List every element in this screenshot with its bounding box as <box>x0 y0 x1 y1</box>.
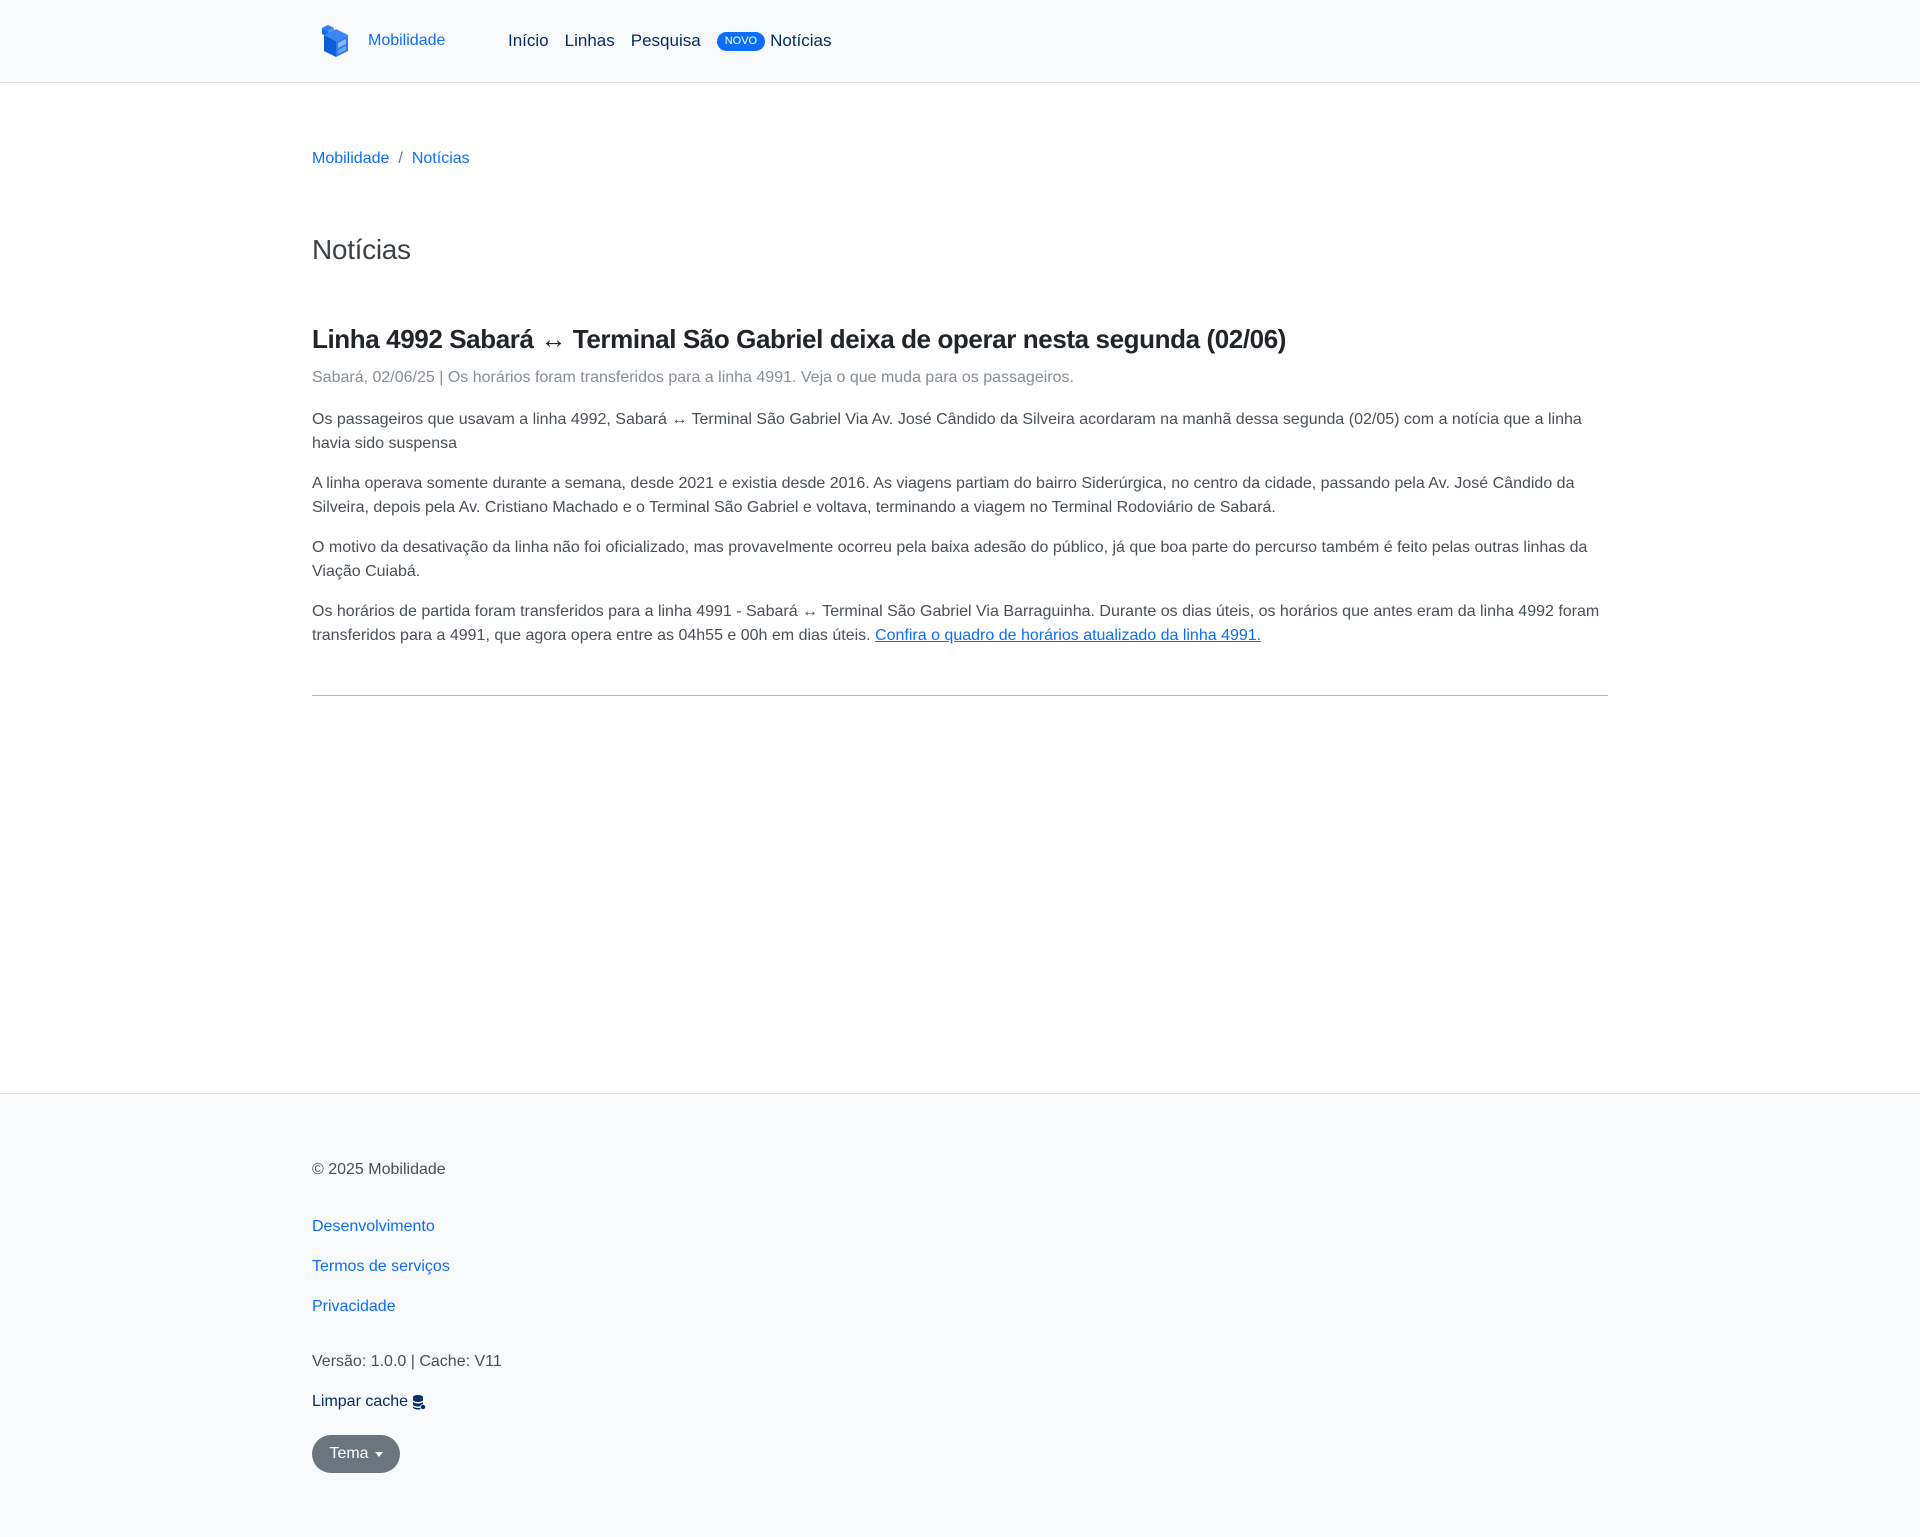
breadcrumb-separator: / <box>398 150 403 167</box>
nav-inicio[interactable]: Início <box>508 31 549 51</box>
copyright: © 2025 Mobilidade <box>312 1161 446 1178</box>
breadcrumb: Mobilidade / Notícias <box>312 150 470 168</box>
page-title: Notícias <box>312 234 411 265</box>
brand-link[interactable]: Mobilidade <box>320 22 445 60</box>
clear-cache-button[interactable]: Limpar cache <box>312 1393 427 1411</box>
brand-logo-icon <box>322 25 348 57</box>
theme-label: Tema <box>329 1445 369 1462</box>
article-paragraph: Os passageiros que usavam a linha 4992, … <box>312 411 1582 452</box>
brand-name: Mobilidade <box>368 32 446 49</box>
article-title: Linha 4992 Sabará ↔ Terminal São Gabriel… <box>312 324 1287 354</box>
clear-cache-label: Limpar cache <box>312 1393 409 1410</box>
article-meta: Sabará, 02/06/25 | Os horários foram tra… <box>312 369 1074 386</box>
nav-pesquisa[interactable]: Pesquisa <box>631 31 701 51</box>
theme-dropdown-button[interactable]: Tema <box>312 1435 400 1473</box>
nav-noticias[interactable]: Notícias <box>770 31 831 51</box>
version-info: Versão: 1.0.0 | Cache: V11 <box>312 1353 502 1370</box>
article-paragraph-last: Os horários de partida foram transferido… <box>312 600 1608 648</box>
article-divider <box>312 695 1608 696</box>
top-navbar: Mobilidade Início Linhas Pesquisa NOVO N… <box>0 0 1920 83</box>
main-nav: Início Linhas Pesquisa NOVO Notícias <box>508 28 832 54</box>
breadcrumb-home[interactable]: Mobilidade <box>312 150 389 168</box>
nav-linhas[interactable]: Linhas <box>565 31 615 51</box>
chevron-down-icon <box>374 1452 383 1457</box>
footer: © 2025 Mobilidade Desenvolvimento Termos… <box>0 1093 1920 1537</box>
new-badge: NOVO <box>716 31 766 51</box>
footer-link-terms[interactable]: Termos de serviços <box>312 1258 450 1276</box>
footer-link-privacy[interactable]: Privacidade <box>312 1298 396 1316</box>
breadcrumb-current[interactable]: Notícias <box>412 150 470 168</box>
article-paragraph: O motivo da desativação da linha não foi… <box>312 539 1588 580</box>
footer-link-dev[interactable]: Desenvolvimento <box>312 1218 435 1236</box>
schedule-link[interactable]: Confira o quadro de horários atualizado … <box>875 627 1261 644</box>
article-paragraph: A linha operava somente durante a semana… <box>312 475 1575 516</box>
article-body: Os passageiros que usavam a linha 4992, … <box>312 408 1608 664</box>
database-icon <box>413 1395 427 1410</box>
